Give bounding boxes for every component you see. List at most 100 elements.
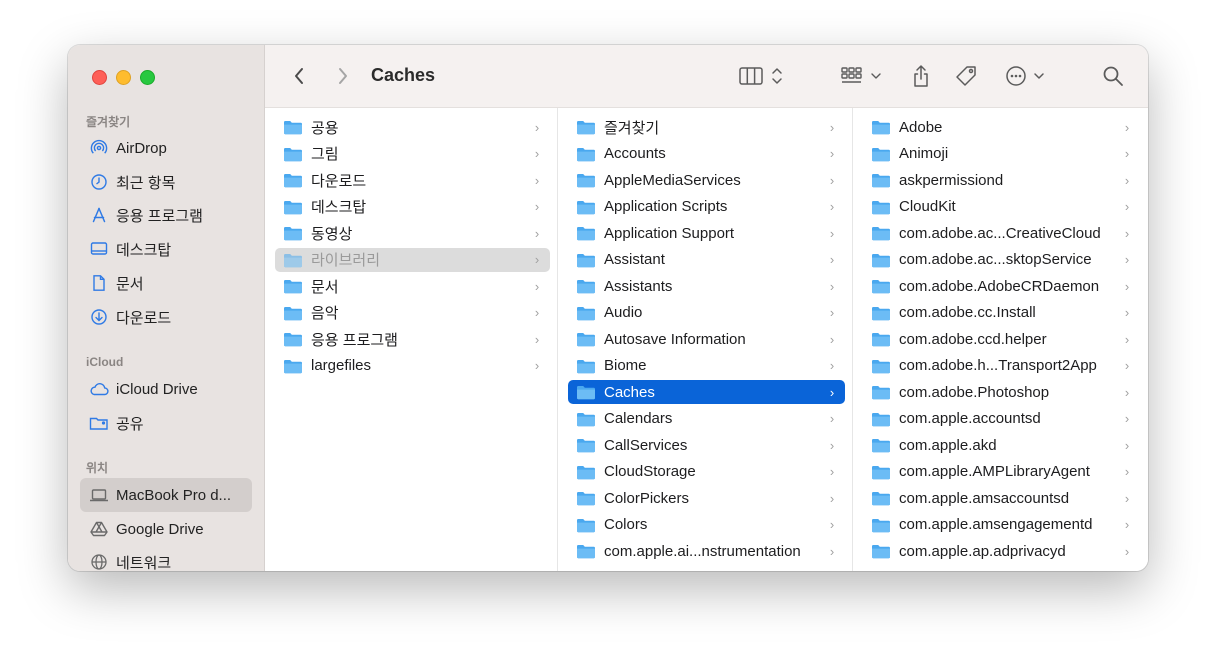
list-item[interactable]: 라이브러리 › bbox=[275, 247, 550, 272]
list-item-label: askpermissiond bbox=[899, 171, 1004, 189]
list-item[interactable]: 다운로드 › bbox=[275, 168, 550, 192]
list-item-label: Application Support bbox=[604, 224, 735, 242]
list-item[interactable]: Audio › bbox=[568, 301, 845, 325]
list-item[interactable]: com.adobe.Photoshop › bbox=[863, 380, 1140, 404]
sidebar-item-documents[interactable]: 문서 bbox=[80, 266, 252, 300]
sidebar-item-network[interactable]: 네트워크 bbox=[80, 545, 252, 571]
list-item[interactable]: com.adobe.ac...CreativeCloud › bbox=[863, 221, 1140, 245]
list-item[interactable]: 응용 프로그램 › bbox=[275, 327, 550, 351]
list-item[interactable]: com.adobe.ac...sktopService › bbox=[863, 248, 1140, 272]
list-item[interactable]: com.adobe.ccd.helper › bbox=[863, 327, 1140, 351]
list-item[interactable]: Adobe › bbox=[863, 115, 1140, 139]
list-item[interactable]: Biome › bbox=[568, 354, 845, 378]
list-item[interactable]: Assistants › bbox=[568, 274, 845, 298]
column-home[interactable]: 공용 › 그림 › 다운로드 › 데스크탑 › 동영상 › 라이브러리 › 문서 › 음악 › 응용 프로그램 ›… bbox=[265, 108, 558, 571]
forward-button[interactable] bbox=[331, 63, 355, 89]
more-actions-button[interactable] bbox=[1003, 63, 1049, 89]
maximize-window-button[interactable] bbox=[140, 70, 155, 85]
sidebar-item-icloud-drive[interactable]: iCloud Drive bbox=[80, 372, 252, 406]
chevron-right-icon: › bbox=[1124, 199, 1130, 214]
folder-icon bbox=[872, 333, 890, 347]
list-item[interactable]: CloudStorage › bbox=[568, 460, 845, 484]
sidebar-item-shared[interactable]: 공유 bbox=[80, 406, 252, 440]
chevron-right-icon: › bbox=[829, 490, 835, 506]
sidebar-item-airdrop[interactable]: AirDrop bbox=[80, 131, 252, 165]
list-item[interactable]: Application Support › bbox=[568, 221, 845, 245]
folder-icon bbox=[577, 359, 595, 373]
sidebar-item-desktop[interactable]: 데스크탑 bbox=[80, 232, 252, 266]
list-item[interactable]: com.apple.amsaccountsd › bbox=[863, 486, 1140, 510]
applications-icon bbox=[88, 204, 110, 226]
list-item[interactable]: 데스크탑 › bbox=[275, 195, 550, 219]
list-item[interactable]: com.apple.accountsd › bbox=[863, 407, 1140, 431]
sidebar-item-label: MacBook Pro d... bbox=[116, 486, 232, 504]
list-item[interactable]: 즐겨찾기 › bbox=[568, 115, 845, 139]
document-icon bbox=[88, 272, 110, 294]
folder-icon bbox=[872, 147, 890, 161]
folder-icon bbox=[872, 121, 890, 135]
list-item[interactable]: AppleMediaServices › bbox=[568, 168, 845, 192]
list-item[interactable]: CallServices › bbox=[568, 433, 845, 457]
list-item[interactable]: com.apple.ai...nstrumentation › bbox=[568, 539, 845, 563]
sidebar-item-label: Google Drive bbox=[116, 520, 204, 538]
chevron-right-icon: › bbox=[1124, 411, 1130, 426]
sidebar-item-label: 최근 항목 bbox=[116, 174, 176, 192]
list-item-label: CallServices bbox=[604, 436, 688, 454]
sidebar-item-downloads[interactable]: 다운로드 bbox=[80, 300, 252, 334]
list-item[interactable]: Accounts › bbox=[568, 142, 845, 166]
list-item[interactable]: com.apple.ap.adprivacyd › bbox=[863, 539, 1140, 563]
download-icon bbox=[88, 306, 110, 328]
folder-icon bbox=[872, 200, 890, 214]
folder-icon bbox=[872, 492, 890, 506]
list-item[interactable]: CloudKit › bbox=[863, 195, 1140, 219]
chevron-right-icon: › bbox=[1124, 252, 1130, 267]
chevron-left-icon bbox=[295, 68, 303, 84]
list-item-label: Assistants bbox=[604, 277, 673, 295]
list-item[interactable]: 문서 › bbox=[275, 274, 550, 298]
list-item[interactable]: com.adobe.AdobeCRDaemon › bbox=[863, 274, 1140, 298]
folder-icon bbox=[577, 412, 595, 426]
list-item[interactable]: Calendars › bbox=[568, 407, 845, 431]
list-item[interactable]: com.apple.AMPLibraryAgent › bbox=[863, 460, 1140, 484]
column-caches[interactable]: Adobe › Animoji › askpermissiond › CloudKit › co… bbox=[853, 108, 1148, 571]
chevron-right-icon: › bbox=[829, 225, 835, 241]
list-item[interactable]: 음악 › bbox=[275, 301, 550, 325]
search-button[interactable] bbox=[1101, 63, 1125, 89]
folder-icon bbox=[284, 227, 302, 241]
group-button[interactable] bbox=[839, 63, 885, 89]
list-item[interactable]: Colors › bbox=[568, 513, 845, 537]
list-item[interactable]: Application Scripts › bbox=[568, 195, 845, 219]
sidebar-item-google-drive[interactable]: Google Drive bbox=[80, 512, 252, 546]
sidebar-item-recents[interactable]: 최근 항목 bbox=[80, 165, 252, 199]
share-button[interactable] bbox=[909, 63, 933, 89]
list-item[interactable]: Autosave Information › bbox=[568, 327, 845, 351]
list-item[interactable]: 동영상 › bbox=[275, 221, 550, 245]
list-item[interactable]: com.apple.amsengagementd › bbox=[863, 513, 1140, 537]
list-item-label: Accounts bbox=[604, 145, 666, 162]
list-item[interactable]: com.adobe.h...Transport2App › bbox=[863, 354, 1140, 378]
list-item[interactable]: 공용 › bbox=[275, 115, 550, 139]
list-item[interactable]: com.adobe.cc.Install › bbox=[863, 301, 1140, 325]
chevron-right-icon: › bbox=[534, 278, 540, 294]
sidebar-item-label: iCloud Drive bbox=[116, 380, 198, 398]
list-item[interactable]: largefiles › bbox=[275, 354, 550, 378]
back-button[interactable] bbox=[287, 63, 311, 89]
list-item-label: CloudStorage bbox=[604, 463, 696, 480]
tag-button[interactable] bbox=[953, 63, 979, 89]
list-item[interactable]: Caches › bbox=[568, 380, 845, 404]
folder-icon bbox=[577, 121, 595, 135]
list-item-label: 데스크탑 bbox=[311, 199, 367, 216]
close-window-button[interactable] bbox=[92, 70, 107, 85]
list-item[interactable]: askpermissiond › bbox=[863, 168, 1140, 192]
minimize-window-button[interactable] bbox=[116, 70, 131, 85]
list-item[interactable]: Assistant › bbox=[568, 248, 845, 272]
list-item[interactable]: ColorPickers › bbox=[568, 486, 845, 510]
sidebar-item-macbook[interactable]: MacBook Pro d... bbox=[80, 478, 252, 512]
list-item[interactable]: 그림 › bbox=[275, 142, 550, 166]
list-item[interactable]: Animoji › bbox=[863, 142, 1140, 166]
column-library[interactable]: 즐겨찾기 › Accounts › AppleMediaServices › Applica… bbox=[558, 108, 853, 571]
list-item[interactable]: com.apple.akd › bbox=[863, 433, 1140, 457]
view-mode-button[interactable] bbox=[737, 63, 791, 89]
chevron-right-icon: › bbox=[1124, 464, 1130, 479]
sidebar-item-applications[interactable]: 응용 프로그램 bbox=[80, 198, 252, 232]
